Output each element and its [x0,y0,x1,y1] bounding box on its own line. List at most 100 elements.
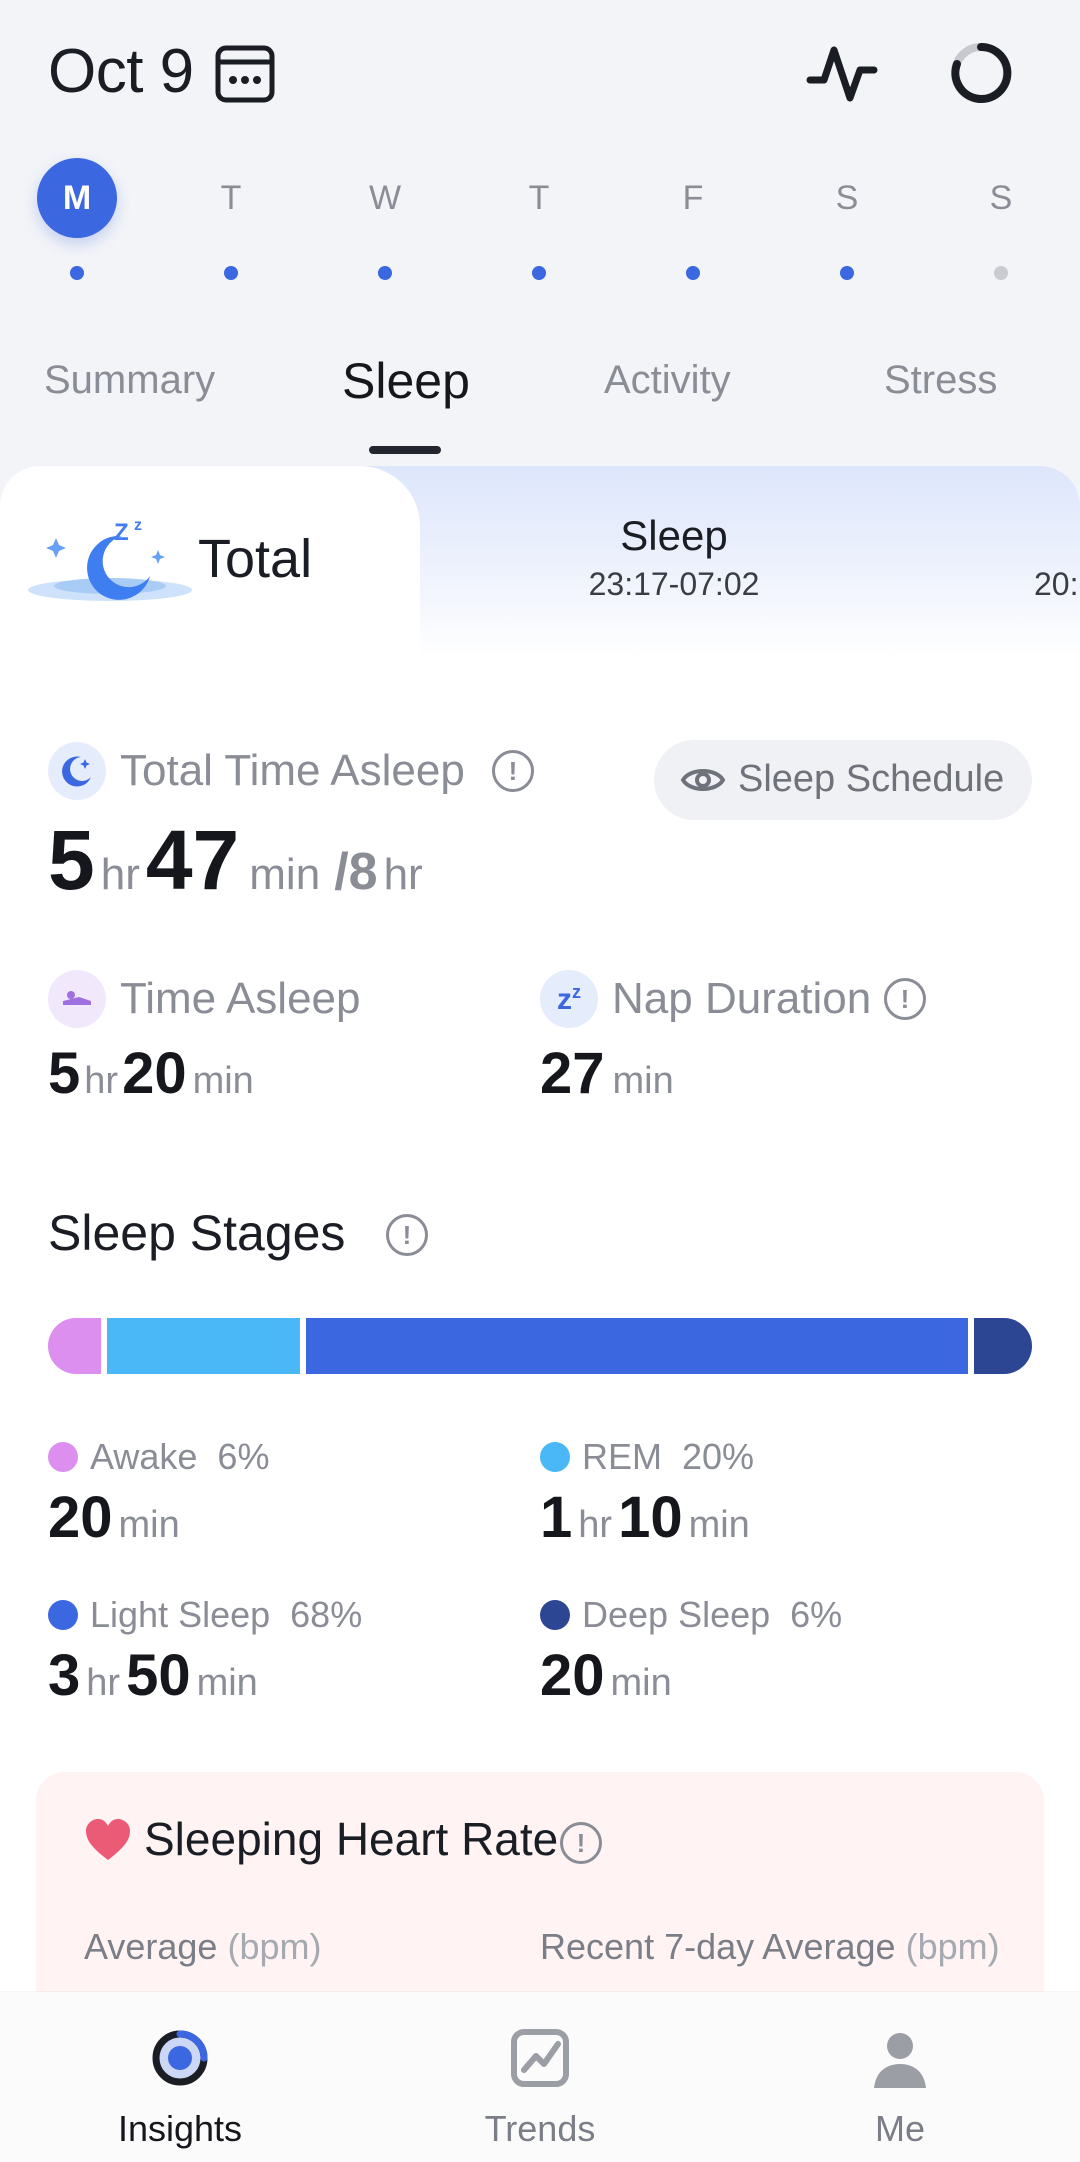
day-letter: W [368,179,402,217]
total-time-asleep-label: Total Time Asleep [120,746,465,795]
day-sunday[interactable]: S [959,158,1043,288]
day-wednesday[interactable]: W [343,158,427,288]
sleep-stages-bar [48,1318,1032,1374]
info-icon[interactable]: ! [386,1214,428,1256]
tab-stress[interactable]: Stress [884,358,997,403]
nap-duration-label: Nap Duration [612,974,872,1023]
day-data-dot [224,266,238,280]
day-thursday[interactable]: T [497,158,581,288]
hours-number: 5 [48,813,95,907]
awake-legend-dot [48,1442,78,1472]
awake-legend-label: Awake 6% [90,1436,270,1477]
stage-segment-awake [48,1318,101,1374]
deep-sleep-duration: 20 min [540,1642,672,1709]
eye-icon [680,769,726,791]
deep-sleep-legend-label: Deep Sleep 6% [582,1594,843,1635]
day-data-dot [70,266,84,280]
active-tab-indicator [369,446,441,454]
hours-unit: hr [86,1662,121,1704]
minutes-number: 50 [126,1643,191,1708]
rem-legend-dot [540,1442,570,1472]
moon-icon: Z z [28,517,192,601]
info-icon[interactable]: ! [884,978,926,1020]
header: Oct 9 [0,0,1080,150]
stage-segment-light [306,1318,968,1374]
rem-legend-label: REM 20% [582,1436,755,1477]
bed-icon [48,970,106,1028]
minutes-unit: min [192,1060,254,1102]
trends-icon [511,2029,569,2087]
nav-me-label: Me [874,2108,925,2149]
profile-icon [874,2033,926,2088]
ring-icon[interactable] [948,40,1014,106]
minutes-number: 20 [48,1485,113,1550]
day-letter: T [528,179,550,217]
day-letter: S [989,179,1013,217]
section-tabs: Summary Sleep Activity Stress [0,340,1080,460]
average-label: Average (bpm) [84,1926,322,1967]
day-saturday[interactable]: S [805,158,889,288]
sleep-stages-title: Sleep Stages [48,1205,346,1261]
svg-text:Z: Z [114,519,129,546]
zz-icon: zz [540,970,598,1028]
tab-summary[interactable]: Summary [44,358,215,403]
nav-insights-label: Insights [117,2108,243,2149]
subtab-sleep-label[interactable]: Sleep [560,512,788,560]
hours-unit: hr [100,850,140,899]
minutes-unit: min [688,1504,750,1546]
minutes-unit: min [610,1662,672,1704]
nav-me[interactable]: Me [780,1992,1020,2162]
day-letter: M [37,158,117,238]
hours-unit: hr [578,1504,613,1546]
day-friday[interactable]: F [651,158,735,288]
week-strip: M T W T F S S [0,158,1080,288]
day-letter: S [835,179,859,217]
day-monday[interactable]: M [35,158,119,288]
hours-number: 1 [540,1485,573,1550]
minutes-unit: min [118,1504,180,1546]
bottom-nav: Insights Trends Me [0,1992,1080,2162]
nav-insights[interactable]: Insights [60,1992,300,2162]
day-tuesday[interactable]: T [189,158,273,288]
hours-unit: hr [84,1060,119,1102]
date-title[interactable]: Oct 9 [48,36,194,107]
light-sleep-legend-dot [48,1600,78,1630]
minutes-number: 20 [540,1643,605,1708]
total-time-asleep-value: 5 hr47 min/8 hr [48,812,423,909]
info-icon[interactable]: ! [492,750,534,792]
day-data-dot [686,266,700,280]
subtab-total-label: Total [198,529,313,589]
minutes-number: 47 [145,813,240,907]
minutes-number: 27 [540,1041,605,1106]
minutes-unit: min [249,850,321,899]
insights-icon [152,2030,208,2086]
pulse-icon[interactable] [806,40,878,106]
day-data-dot [994,266,1008,280]
subtab-next-time[interactable]: 20: [1034,566,1078,603]
time-asleep-label: Time Asleep [120,974,361,1023]
sleep-insights-screen: Oct 9 M T W T F S S Summary Sleep Activi… [0,0,1080,2162]
calendar-icon[interactable] [214,42,276,104]
awake-duration: 20 min [48,1484,180,1551]
deep-sleep-legend-dot [540,1600,570,1630]
sleep-schedule-button[interactable]: Sleep Schedule [654,740,1032,820]
info-icon[interactable]: ! [560,1822,602,1864]
stage-segment-rem [107,1318,300,1374]
nav-trends[interactable]: Trends [420,1992,660,2162]
goal-unit: hr [383,850,423,899]
tab-sleep[interactable]: Sleep [342,352,470,410]
goal-number: /8 [334,843,378,901]
tab-activity[interactable]: Activity [604,358,731,403]
minutes-unit: min [612,1060,674,1102]
subtab-sleep-time: 23:17-07:02 [588,566,760,602]
moon-badge-icon [48,742,106,800]
nap-duration-value: 27 min [540,1040,674,1107]
day-letter: T [220,179,242,217]
nav-trends-label: Trends [484,2108,596,2149]
sleeping-heart-rate-title: Sleeping Heart Rate [144,1813,559,1865]
day-letter: F [682,179,704,217]
time-asleep-value: 5 hr20 min [48,1040,254,1107]
day-data-dot [532,266,546,280]
heart-icon [86,1819,130,1860]
light-sleep-duration: 3 hr 50 min [48,1642,258,1709]
